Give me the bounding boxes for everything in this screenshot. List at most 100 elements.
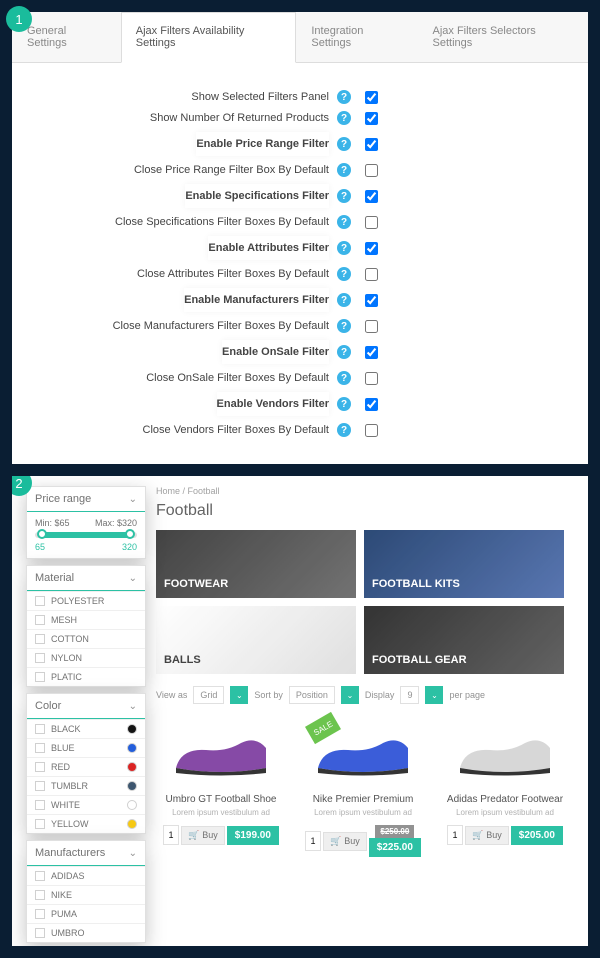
category-card[interactable]: BALLS [156, 606, 356, 674]
help-icon[interactable]: ? [337, 345, 351, 359]
filter-head[interactable]: Material ⌄ [27, 566, 145, 591]
setting-checkbox[interactable] [365, 268, 378, 281]
help-icon[interactable]: ? [337, 241, 351, 255]
option-label: UMBRO [51, 928, 85, 938]
help-icon[interactable]: ? [337, 90, 351, 104]
setting-checkbox[interactable] [365, 112, 378, 125]
filter-option[interactable]: WHITE [27, 795, 145, 814]
filter-option[interactable]: ADIDAS [27, 866, 145, 885]
filter-option[interactable]: NYLON [27, 648, 145, 667]
tab-selectors[interactable]: Ajax Filters Selectors Settings [418, 12, 589, 62]
product-grid: Umbro GT Football Shoe Lorem ipsum vesti… [156, 718, 574, 857]
slider-handle-max[interactable] [125, 529, 135, 539]
setting-checkbox[interactable] [365, 138, 378, 151]
help-icon[interactable]: ? [337, 137, 351, 151]
viewas-dd-icon[interactable]: ⌄ [230, 686, 248, 704]
product-card[interactable]: Umbro GT Football Shoe Lorem ipsum vesti… [156, 718, 286, 857]
setting-checkbox[interactable] [365, 346, 378, 359]
filter-head[interactable]: Color ⌄ [27, 694, 145, 719]
help-icon[interactable]: ? [337, 111, 351, 125]
filter-option[interactable]: YELLOW [27, 814, 145, 833]
price-max-val: 320 [122, 542, 137, 552]
setting-checkbox[interactable] [365, 242, 378, 255]
setting-checkbox[interactable] [365, 164, 378, 177]
filter-option[interactable]: PUMA [27, 904, 145, 923]
setting-row: Close OnSale Filter Boxes By Default ? [42, 371, 558, 385]
filter-option[interactable]: COTTON [27, 629, 145, 648]
product-card[interactable]: Adidas Predator Footwear Lorem ipsum ves… [440, 718, 570, 857]
option-label: WHITE [51, 800, 80, 810]
help-icon[interactable]: ? [337, 423, 351, 437]
sortby-select[interactable]: Position [289, 686, 335, 704]
setting-checkbox[interactable] [365, 294, 378, 307]
filter-color: Color ⌄ BLACKBLUERED TUMBLR WHITE YELLOW [26, 693, 146, 834]
color-swatch [127, 743, 137, 753]
product-name: Adidas Predator Footwear [440, 794, 570, 805]
filter-option[interactable]: BLUE [27, 738, 145, 757]
setting-label: Close OnSale Filter Boxes By Default [146, 372, 329, 384]
filter-option[interactable]: PLATIC [27, 667, 145, 686]
help-icon[interactable]: ? [337, 293, 351, 307]
filter-option[interactable]: BLACK [27, 719, 145, 738]
category-card[interactable]: FOOTWEAR [156, 530, 356, 598]
category-card[interactable]: FOOTBALL KITS [364, 530, 564, 598]
toolbar: View as Grid ⌄ Sort by Position ⌄ Displa… [156, 686, 574, 704]
option-label: TUMBLR [51, 781, 88, 791]
filter-option[interactable]: NIKE [27, 885, 145, 904]
buy-button[interactable]: 🛒Buy [323, 832, 367, 851]
price-slider[interactable] [35, 532, 137, 538]
filter-option[interactable]: MESH [27, 610, 145, 629]
qty-input[interactable] [447, 825, 463, 845]
settings-panel: 1 General Settings Ajax Filters Availabi… [12, 12, 588, 464]
setting-row: Enable Specifications Filter ? [42, 184, 558, 208]
display-select[interactable]: 9 [400, 686, 419, 704]
setting-checkbox[interactable] [365, 424, 378, 437]
help-icon[interactable]: ? [337, 163, 351, 177]
setting-label: Enable Manufacturers Filter [184, 288, 329, 312]
slider-handle-min[interactable] [37, 529, 47, 539]
filter-option[interactable]: TUMBLR [27, 776, 145, 795]
setting-checkbox[interactable] [365, 398, 378, 411]
tab-availability[interactable]: Ajax Filters Availability Settings [121, 12, 297, 63]
chevron-down-icon: ⌄ [129, 494, 137, 505]
sortby-dd-icon[interactable]: ⌄ [341, 686, 359, 704]
help-icon[interactable]: ? [337, 397, 351, 411]
product-name: Nike Premier Premium [298, 794, 428, 805]
setting-checkbox[interactable] [365, 320, 378, 333]
filter-title: Material [35, 572, 74, 584]
color-swatch [127, 724, 137, 734]
setting-checkbox[interactable] [365, 91, 378, 104]
qty-input[interactable] [305, 831, 321, 851]
buy-button[interactable]: 🛒Buy [465, 826, 509, 845]
help-icon[interactable]: ? [337, 371, 351, 385]
help-icon[interactable]: ? [337, 267, 351, 281]
buy-button[interactable]: 🛒Buy [181, 826, 225, 845]
setting-checkbox[interactable] [365, 216, 378, 229]
setting-row: Enable Vendors Filter ? [42, 392, 558, 416]
setting-row: Enable Attributes Filter ? [42, 236, 558, 260]
checkbox-icon [35, 596, 45, 606]
checkbox-icon [35, 871, 45, 881]
cart-icon: 🛒 [188, 830, 199, 841]
product-desc: Lorem ipsum vestibulum ad [298, 808, 428, 817]
filter-head[interactable]: Manufacturers ⌄ [27, 841, 145, 866]
price: $199.00 [227, 826, 279, 845]
help-icon[interactable]: ? [337, 189, 351, 203]
breadcrumb[interactable]: Home / Football [156, 486, 574, 496]
product-name: Umbro GT Football Shoe [156, 794, 286, 805]
product-image [440, 718, 570, 788]
setting-checkbox[interactable] [365, 372, 378, 385]
help-icon[interactable]: ? [337, 319, 351, 333]
tab-integration[interactable]: Integration Settings [296, 12, 417, 62]
filter-option[interactable]: POLYESTER [27, 591, 145, 610]
help-icon[interactable]: ? [337, 215, 351, 229]
category-card[interactable]: FOOTBALL GEAR [364, 606, 564, 674]
viewas-select[interactable]: Grid [193, 686, 224, 704]
filter-option[interactable]: UMBRO [27, 923, 145, 942]
filter-head[interactable]: Price range ⌄ [27, 487, 145, 512]
qty-input[interactable] [163, 825, 179, 845]
setting-checkbox[interactable] [365, 190, 378, 203]
product-card[interactable]: SALE Nike Premier Premium Lorem ipsum ve… [298, 718, 428, 857]
display-dd-icon[interactable]: ⌄ [425, 686, 443, 704]
filter-option[interactable]: RED [27, 757, 145, 776]
